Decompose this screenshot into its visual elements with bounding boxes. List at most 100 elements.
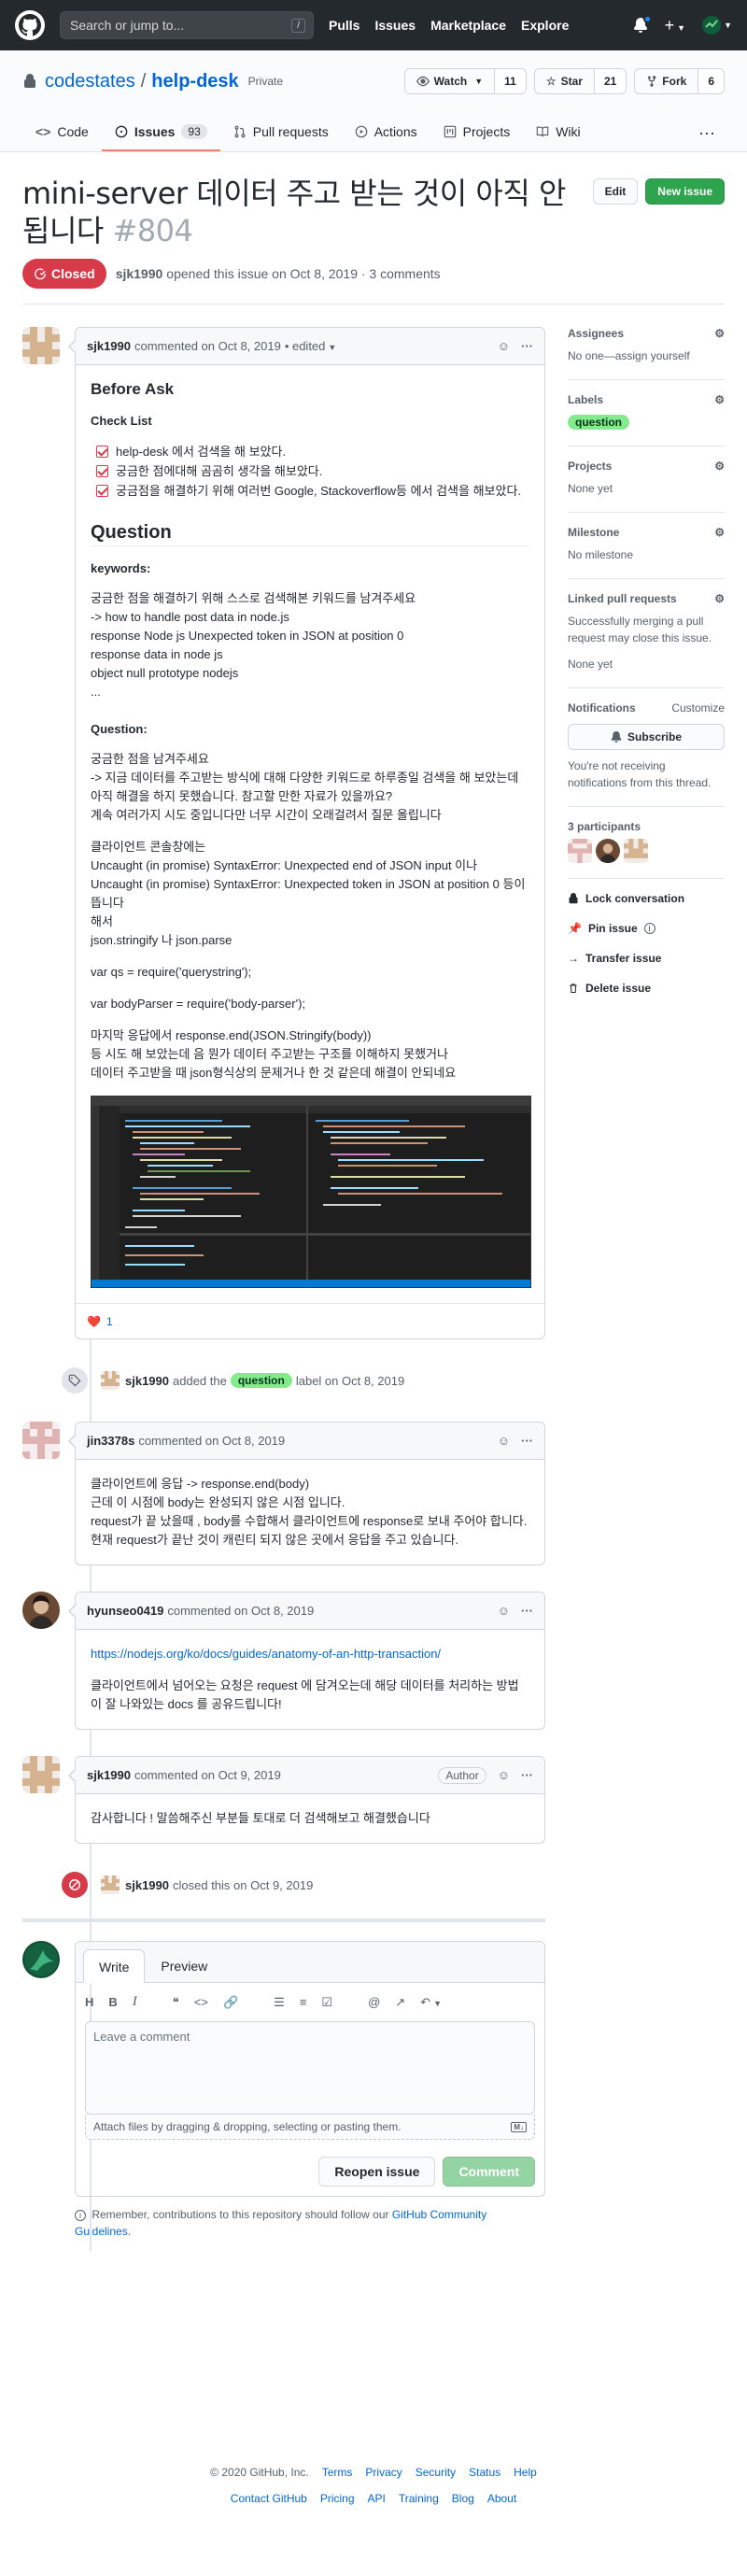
more-options-icon[interactable]: ··· xyxy=(689,114,725,151)
gear-icon[interactable]: ⚙ xyxy=(714,327,725,340)
comment-author-link[interactable]: sjk1990 xyxy=(87,1768,131,1782)
question-label[interactable]: question xyxy=(568,415,629,430)
footer-link-about[interactable]: About xyxy=(487,2492,516,2505)
footer-link-training[interactable]: Training xyxy=(399,2492,439,2505)
ordered-list-icon[interactable]: ≡ xyxy=(300,1995,307,2009)
watch-button[interactable]: Watch ▼ xyxy=(404,69,495,93)
attach-files-bar[interactable]: Attach files by dragging & dropping, sel… xyxy=(85,2115,535,2140)
cross-reference-icon[interactable]: ↗ xyxy=(395,1995,405,2010)
quote-icon[interactable]: ❝ xyxy=(173,1995,179,2010)
nav-pulls[interactable]: Pulls xyxy=(329,18,359,33)
avatar[interactable] xyxy=(22,327,60,364)
question-label[interactable]: question xyxy=(230,1373,292,1388)
comment-author-link[interactable]: hyunseo0419 xyxy=(87,1604,163,1618)
footer-link-terms[interactable]: Terms xyxy=(322,2466,353,2479)
participant-avatar[interactable] xyxy=(596,839,620,863)
comment-timestamp[interactable]: commented on Oct 8, 2019 xyxy=(167,1604,314,1618)
add-reaction-smiley-icon[interactable]: ☺ xyxy=(498,1434,510,1448)
notifications-bell-icon[interactable] xyxy=(633,15,652,33)
gear-icon[interactable]: ⚙ xyxy=(714,526,725,539)
task-list-icon[interactable]: ☑ xyxy=(321,1995,332,2010)
github-logo-icon[interactable] xyxy=(15,10,45,40)
assign-yourself-link[interactable]: No one—assign yourself xyxy=(568,349,690,362)
tab-issues[interactable]: Issues 93 xyxy=(101,114,220,151)
event-author-link[interactable]: sjk1990 xyxy=(125,1374,169,1388)
comment-textarea[interactable]: Leave a comment xyxy=(85,2021,535,2115)
comment-options-icon[interactable]: ··· xyxy=(521,339,533,353)
fork-button[interactable]: Fork xyxy=(635,69,698,93)
delete-issue-link[interactable]: Delete issue xyxy=(568,982,725,995)
nav-explore[interactable]: Explore xyxy=(521,18,569,33)
comment-timestamp[interactable]: commented on Oct 9, 2019 xyxy=(134,1768,281,1782)
pin-issue-link[interactable]: 📌 Pin issue i xyxy=(568,922,725,935)
repo-owner-link[interactable]: codestates xyxy=(45,71,135,92)
footer-link-blog[interactable]: Blog xyxy=(452,2492,474,2505)
avatar[interactable] xyxy=(101,1875,120,1894)
comment-author-link[interactable]: sjk1990 xyxy=(87,339,131,353)
customize-link[interactable]: Customize xyxy=(671,701,725,715)
nav-marketplace[interactable]: Marketplace xyxy=(430,18,506,33)
create-new-plus-icon[interactable]: + ▼ xyxy=(665,16,685,35)
footer-link-contact[interactable]: Contact GitHub xyxy=(231,2492,307,2505)
tab-actions[interactable]: Actions xyxy=(342,114,430,151)
footer-link-privacy[interactable]: Privacy xyxy=(365,2466,402,2479)
tab-code[interactable]: <> Code xyxy=(22,114,102,151)
gear-icon[interactable]: ⚙ xyxy=(714,460,725,473)
tab-projects[interactable]: Projects xyxy=(430,114,524,151)
watch-count[interactable]: 11 xyxy=(494,69,526,93)
checkbox-checked[interactable] xyxy=(96,465,108,477)
event-author-link[interactable]: sjk1990 xyxy=(125,1878,169,1892)
user-menu[interactable]: ▼ xyxy=(702,16,732,35)
add-reaction-smiley-icon[interactable]: ☺ xyxy=(498,339,510,353)
footer-link-status[interactable]: Status xyxy=(469,2466,500,2479)
tab-preview[interactable]: Preview xyxy=(145,1948,223,1982)
avatar[interactable] xyxy=(22,1422,60,1459)
comment-options-icon[interactable]: ··· xyxy=(521,1604,533,1618)
edit-title-button[interactable]: Edit xyxy=(592,178,639,205)
bold-icon[interactable]: B xyxy=(108,1995,117,2009)
italic-icon[interactable]: I xyxy=(133,1994,137,2010)
add-reaction-smiley-icon[interactable]: ☺ xyxy=(498,1768,510,1782)
new-issue-button[interactable]: New issue xyxy=(645,178,725,205)
global-search-input[interactable]: Search or jump to... / xyxy=(60,11,314,39)
code-editor-screenshot-image[interactable] xyxy=(91,1096,531,1288)
docs-link[interactable]: https://nodejs.org/ko/docs/guides/anatom… xyxy=(91,1647,441,1661)
participant-avatar[interactable] xyxy=(624,839,648,863)
nav-issues[interactable]: Issues xyxy=(374,18,416,33)
code-icon[interactable]: <> xyxy=(194,1995,208,2009)
checkbox-checked[interactable] xyxy=(96,446,108,458)
edited-dropdown[interactable]: • edited ▼ xyxy=(285,339,337,353)
heading-icon[interactable]: H xyxy=(85,1995,93,2009)
heart-reaction-button[interactable]: ❤️ 1 xyxy=(87,1315,113,1328)
repo-name-link[interactable]: help-desk xyxy=(151,71,238,92)
markdown-icon[interactable]: M↓ xyxy=(511,2121,527,2132)
star-button[interactable]: ☆ Star xyxy=(534,69,594,93)
comment-options-icon[interactable]: ··· xyxy=(521,1434,533,1448)
avatar[interactable] xyxy=(22,1592,60,1629)
comment-author-link[interactable]: jin3378s xyxy=(87,1434,134,1448)
avatar[interactable] xyxy=(22,1941,60,1978)
gear-icon[interactable]: ⚙ xyxy=(714,592,725,605)
transfer-issue-link[interactable]: → Transfer issue xyxy=(568,952,725,965)
gear-icon[interactable]: ⚙ xyxy=(714,393,725,406)
lock-conversation-link[interactable]: Lock conversation xyxy=(568,892,725,905)
footer-link-help[interactable]: Help xyxy=(514,2466,537,2479)
footer-link-pricing[interactable]: Pricing xyxy=(320,2492,355,2505)
fork-count[interactable]: 6 xyxy=(698,69,724,93)
footer-link-api[interactable]: API xyxy=(368,2492,386,2505)
unordered-list-icon[interactable]: ☰ xyxy=(274,1995,285,2010)
tab-wiki[interactable]: Wiki xyxy=(523,114,593,151)
comment-options-icon[interactable]: ··· xyxy=(521,1768,533,1782)
avatar[interactable] xyxy=(101,1371,120,1390)
issue-author-link[interactable]: sjk1990 xyxy=(116,266,163,281)
comment-timestamp[interactable]: commented on Oct 8, 2019 xyxy=(134,339,281,353)
star-count[interactable]: 21 xyxy=(593,69,627,93)
mention-icon[interactable]: @ xyxy=(368,1995,380,2009)
comment-timestamp[interactable]: commented on Oct 8, 2019 xyxy=(138,1434,285,1448)
add-reaction-smiley-icon[interactable]: ☺ xyxy=(498,1604,510,1618)
tab-write[interactable]: Write xyxy=(83,1949,146,1983)
checkbox-checked[interactable] xyxy=(96,485,108,497)
tab-pull-requests[interactable]: Pull requests xyxy=(220,114,342,151)
link-icon[interactable]: 🔗 xyxy=(223,1995,238,2010)
participant-avatar[interactable] xyxy=(568,839,592,863)
